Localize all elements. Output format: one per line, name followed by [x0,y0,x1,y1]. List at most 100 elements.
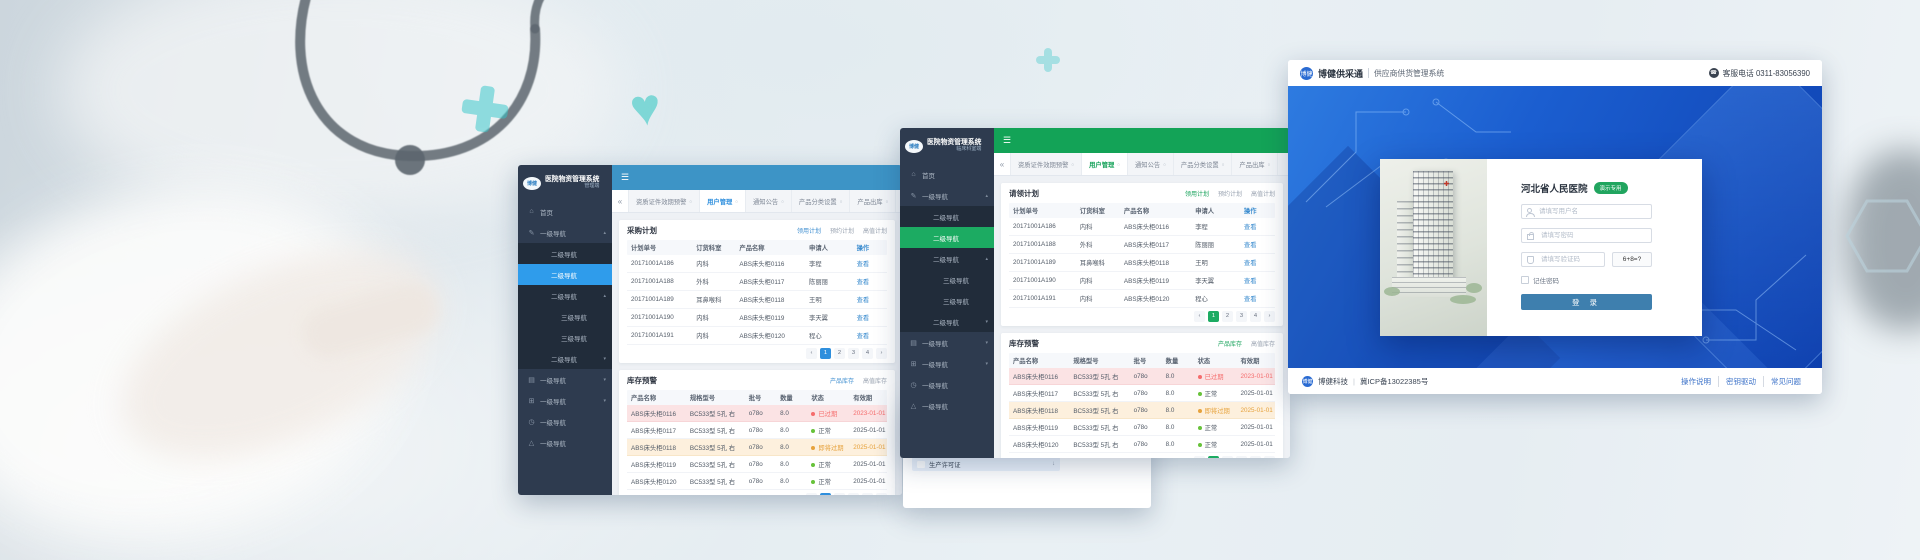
password-input[interactable] [1539,231,1646,240]
remember-checkbox[interactable] [1521,276,1529,284]
tabs-collapse-icon[interactable]: « [994,153,1011,175]
view-link[interactable]: 查看 [1240,240,1275,249]
sidebar-item[interactable]: ◷ 一级导航 [900,374,994,395]
page-button[interactable]: ‹ [806,348,817,359]
page-button[interactable]: ‹ [1194,311,1205,322]
page-button[interactable]: › [876,348,887,359]
sidebar-item[interactable]: 二级导航 ▴ [518,285,612,306]
login-button[interactable]: 登 录 [1521,294,1652,310]
sidebar-item[interactable]: ▤ 一级导航 ▾ [900,332,994,353]
page-button[interactable]: ‹ [806,493,817,495]
page-button[interactable]: › [876,493,887,495]
page-button[interactable]: 2 [834,348,845,359]
page-button[interactable]: 1 [820,493,831,495]
page-button[interactable]: ‹ [1194,456,1205,458]
page-button[interactable]: 2 [834,493,845,495]
tab-close-icon[interactable]: ○ [1268,162,1271,167]
sidebar-item[interactable]: 二级导航 [518,264,612,285]
username-input[interactable] [1537,207,1646,216]
sidebar-item[interactable]: 三级导航 [900,269,994,290]
sidebar-item[interactable]: ⊞ 一级导航 ▾ [900,353,994,374]
footer-link[interactable]: 常见问题 [1763,376,1808,387]
page-button[interactable]: 2 [1222,456,1233,458]
card-link[interactable]: 预约计划 [1218,189,1242,198]
card-link[interactable]: 高值计划 [1251,189,1275,198]
sidebar-item[interactable]: 二级导航 [900,227,994,248]
footer-link[interactable]: 密钥驱动 [1718,376,1763,387]
view-link[interactable]: 查看 [1240,258,1275,267]
card-link[interactable]: 领用计划 [1185,189,1209,198]
tab-close-icon[interactable]: ○ [1222,162,1225,167]
page-button[interactable]: 4 [1250,456,1261,458]
view-link[interactable]: 查看 [853,313,887,322]
sidebar-item[interactable]: 三级导航 [518,306,612,327]
page-tab[interactable]: 产品出库 ○ [850,190,896,212]
sidebar-item[interactable]: △ 一级导航 [518,432,612,453]
sidebar-item[interactable]: △ 一级导航 [900,395,994,416]
page-tab[interactable]: 通知公告 ○ [1128,153,1174,175]
page-button[interactable]: 1 [820,348,831,359]
page-tab[interactable]: 产品出库 ○ [1232,153,1278,175]
sidebar-item[interactable]: ⊞ 一级导航 ▾ [518,390,612,411]
tab-close-icon[interactable]: ○ [1163,162,1166,167]
view-link[interactable]: 查看 [1240,276,1275,285]
sidebar-item[interactable]: 二级导航 [900,206,994,227]
page-tab[interactable]: 资质证件效期预警 ○ [1011,153,1082,175]
tab-close-icon[interactable]: ○ [781,199,784,204]
card-link[interactable]: 预约计划 [830,226,854,235]
page-button[interactable]: 4 [1250,311,1261,322]
page-button[interactable]: 3 [848,348,859,359]
download-icon[interactable]: ↓ [1052,461,1055,467]
tabs-collapse-icon[interactable]: « [612,190,629,212]
page-button[interactable]: › [1264,456,1275,458]
page-button[interactable]: 1 [1208,456,1219,458]
username-field[interactable] [1521,204,1652,219]
sidebar-item[interactable]: 三级导航 [900,290,994,311]
card-link[interactable]: 产品库存 [830,376,854,385]
sidebar-item[interactable]: 二级导航 ▴ [900,248,994,269]
page-button[interactable]: 4 [862,348,873,359]
captcha-input[interactable] [1539,255,1599,264]
page-button[interactable]: 1 [1208,311,1219,322]
sidebar-item[interactable]: ✎ 一级导航 ▴ [900,185,994,206]
page-tab[interactable]: 产品分类设置 ○ [1174,153,1233,175]
view-link[interactable]: 查看 [853,331,887,340]
sidebar-item[interactable]: 三级导航 [518,327,612,348]
sidebar-item[interactable]: ◷ 一级导航 [518,411,612,432]
card-link[interactable]: 产品库存 [1218,339,1242,348]
sidebar-item[interactable]: 二级导航 ▾ [518,348,612,369]
tab-close-icon[interactable]: ○ [1117,162,1120,167]
page-tab[interactable]: 用户管理 ○ [700,190,746,212]
sidebar-item[interactable]: ▤ 一级导航 ▾ [518,369,612,390]
card-link[interactable]: 高值库存 [863,376,887,385]
page-button[interactable]: 2 [1222,311,1233,322]
sidebar-item[interactable]: 二级导航 [518,243,612,264]
page-button[interactable]: › [1264,311,1275,322]
card-link[interactable]: 高值计划 [863,226,887,235]
footer-link[interactable]: 操作说明 [1674,376,1718,387]
hamburger-icon[interactable]: ☰ [1003,135,1011,146]
page-tab[interactable]: 用户管理 ○ [1082,153,1128,175]
tab-close-icon[interactable]: ○ [1071,162,1074,167]
sidebar-item[interactable]: ⌂ 首页 [900,164,994,185]
sidebar-item[interactable]: 二级导航 ▾ [900,311,994,332]
view-link[interactable]: 查看 [853,277,887,286]
view-link[interactable]: 查看 [1240,222,1275,231]
tab-close-icon[interactable]: ○ [735,199,738,204]
sidebar-item[interactable]: ⌂ 首页 [518,201,612,222]
password-field[interactable] [1521,228,1652,243]
view-link[interactable]: 查看 [1240,294,1275,303]
page-button[interactable]: 3 [1236,456,1247,458]
view-link[interactable]: 查看 [853,259,887,268]
hamburger-icon[interactable]: ☰ [621,172,629,183]
card-link[interactable]: 领用计划 [797,226,821,235]
license-list-item[interactable]: 生产许可证 ↓ [912,457,1060,471]
page-button[interactable]: 3 [1236,311,1247,322]
tab-close-icon[interactable]: ○ [689,199,692,204]
page-tab[interactable]: 资质证件效期预警 ○ [629,190,700,212]
page-tab[interactable]: 通知公告 ○ [746,190,792,212]
tab-close-icon[interactable]: ○ [886,199,889,204]
page-button[interactable]: 3 [848,493,859,495]
captcha-question[interactable]: 6+8=? [1612,252,1652,267]
view-link[interactable]: 查看 [853,295,887,304]
